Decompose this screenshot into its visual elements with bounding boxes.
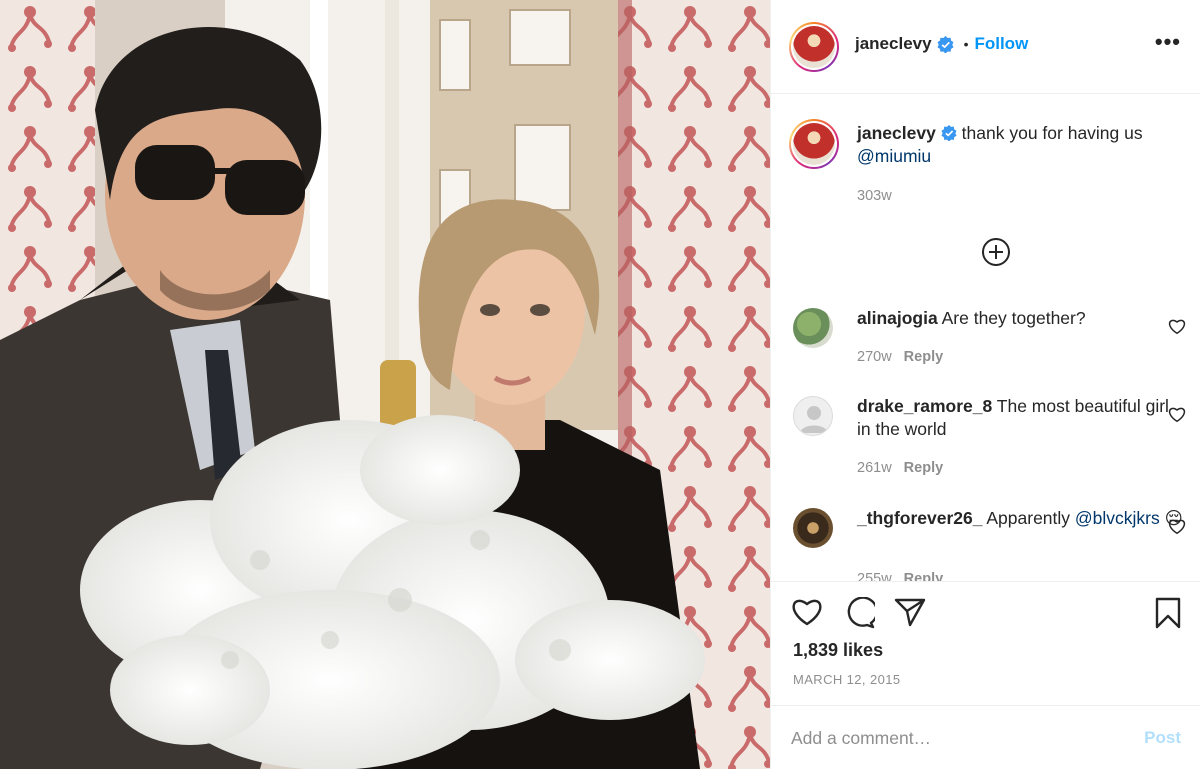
comment-meta: 261w Reply	[857, 460, 943, 476]
reply-button[interactable]: Reply	[904, 571, 944, 581]
caption-mention[interactable]: @miumiu	[857, 146, 931, 166]
reply-button[interactable]: Reply	[904, 349, 944, 365]
add-comment-input[interactable]	[791, 724, 1121, 752]
post-header: janeclevy • Follow •••	[771, 0, 1200, 94]
caption-body: thank you for having us	[956, 123, 1143, 143]
comment-text: drake_ramore_8 The most beautiful girl i…	[857, 395, 1187, 441]
caption-avatar[interactable]	[789, 119, 839, 169]
reply-button[interactable]: Reply	[904, 460, 944, 476]
comment-avatar[interactable]	[793, 396, 833, 436]
follow-button[interactable]: Follow	[974, 34, 1028, 54]
comment-age: 255w	[857, 571, 892, 581]
post-actions: 1,839 likes MARCH 12, 2015	[771, 581, 1200, 705]
author-avatar[interactable]	[789, 22, 839, 72]
heart-icon[interactable]	[791, 597, 823, 627]
likes-count[interactable]: 1,839 likes	[793, 640, 883, 661]
verified-badge-icon	[937, 35, 954, 53]
post-sidebar: janeclevy • Follow ••• janeclevy thank y…	[770, 0, 1200, 769]
post-date: MARCH 12, 2015	[793, 672, 901, 687]
caption-username[interactable]: janeclevy	[857, 123, 936, 143]
caption-avatar-frame	[791, 121, 837, 167]
comment-mention[interactable]: @blvckjkrs	[1075, 508, 1160, 528]
author-avatar-image	[793, 26, 835, 68]
comment-age: 270w	[857, 349, 892, 365]
load-more-comments-icon[interactable]	[981, 237, 1011, 267]
header-author-line: janeclevy • Follow	[855, 34, 1028, 54]
comments-list[interactable]: janeclevy thank you for having us @miumi…	[771, 95, 1200, 581]
bookmark-icon[interactable]	[1154, 597, 1182, 629]
comment-age: 261w	[857, 460, 892, 476]
author-avatar-frame	[791, 24, 837, 70]
comment-avatar[interactable]	[793, 508, 833, 548]
default-avatar-icon	[800, 406, 828, 433]
header-separator: •	[963, 36, 969, 52]
comment-username[interactable]: drake_ramore_8	[857, 396, 992, 416]
header-username[interactable]: janeclevy	[855, 34, 932, 54]
caption-meta: 303w	[857, 188, 892, 204]
caption-text: janeclevy thank you for having us @miumi…	[857, 122, 1187, 168]
comment-meta: 270w Reply	[857, 349, 943, 365]
heart-icon[interactable]	[1168, 406, 1186, 423]
instagram-post-view: janeclevy • Follow ••• janeclevy thank y…	[0, 0, 1200, 769]
comment-icon[interactable]	[843, 597, 875, 629]
comment-text: alinajogia Are they together?	[857, 307, 1187, 330]
comment-body: Are they together?	[937, 308, 1086, 328]
comment-body: Apparently	[982, 508, 1075, 528]
post-comment-button[interactable]: Post	[1144, 728, 1181, 748]
caption-avatar-image	[793, 123, 835, 165]
post-photo[interactable]	[0, 0, 770, 769]
comment-username[interactable]: _thgforever26_	[857, 508, 982, 528]
comment-avatar[interactable]	[793, 308, 833, 348]
share-icon[interactable]	[894, 597, 926, 627]
verified-badge-icon	[941, 125, 957, 141]
comment-meta: 255w Reply	[857, 571, 943, 581]
heart-icon[interactable]	[1168, 318, 1186, 335]
post-photo-illustration	[0, 0, 770, 769]
caption-age: 303w	[857, 188, 892, 204]
more-options-icon[interactable]: •••	[1155, 31, 1181, 53]
comment-text: _thgforever26_ Apparently @blvckjkrs 😔	[857, 507, 1187, 530]
comment-username[interactable]: alinajogia	[857, 308, 938, 328]
add-comment-bar: Post	[771, 705, 1200, 769]
heart-icon[interactable]	[1168, 518, 1186, 535]
